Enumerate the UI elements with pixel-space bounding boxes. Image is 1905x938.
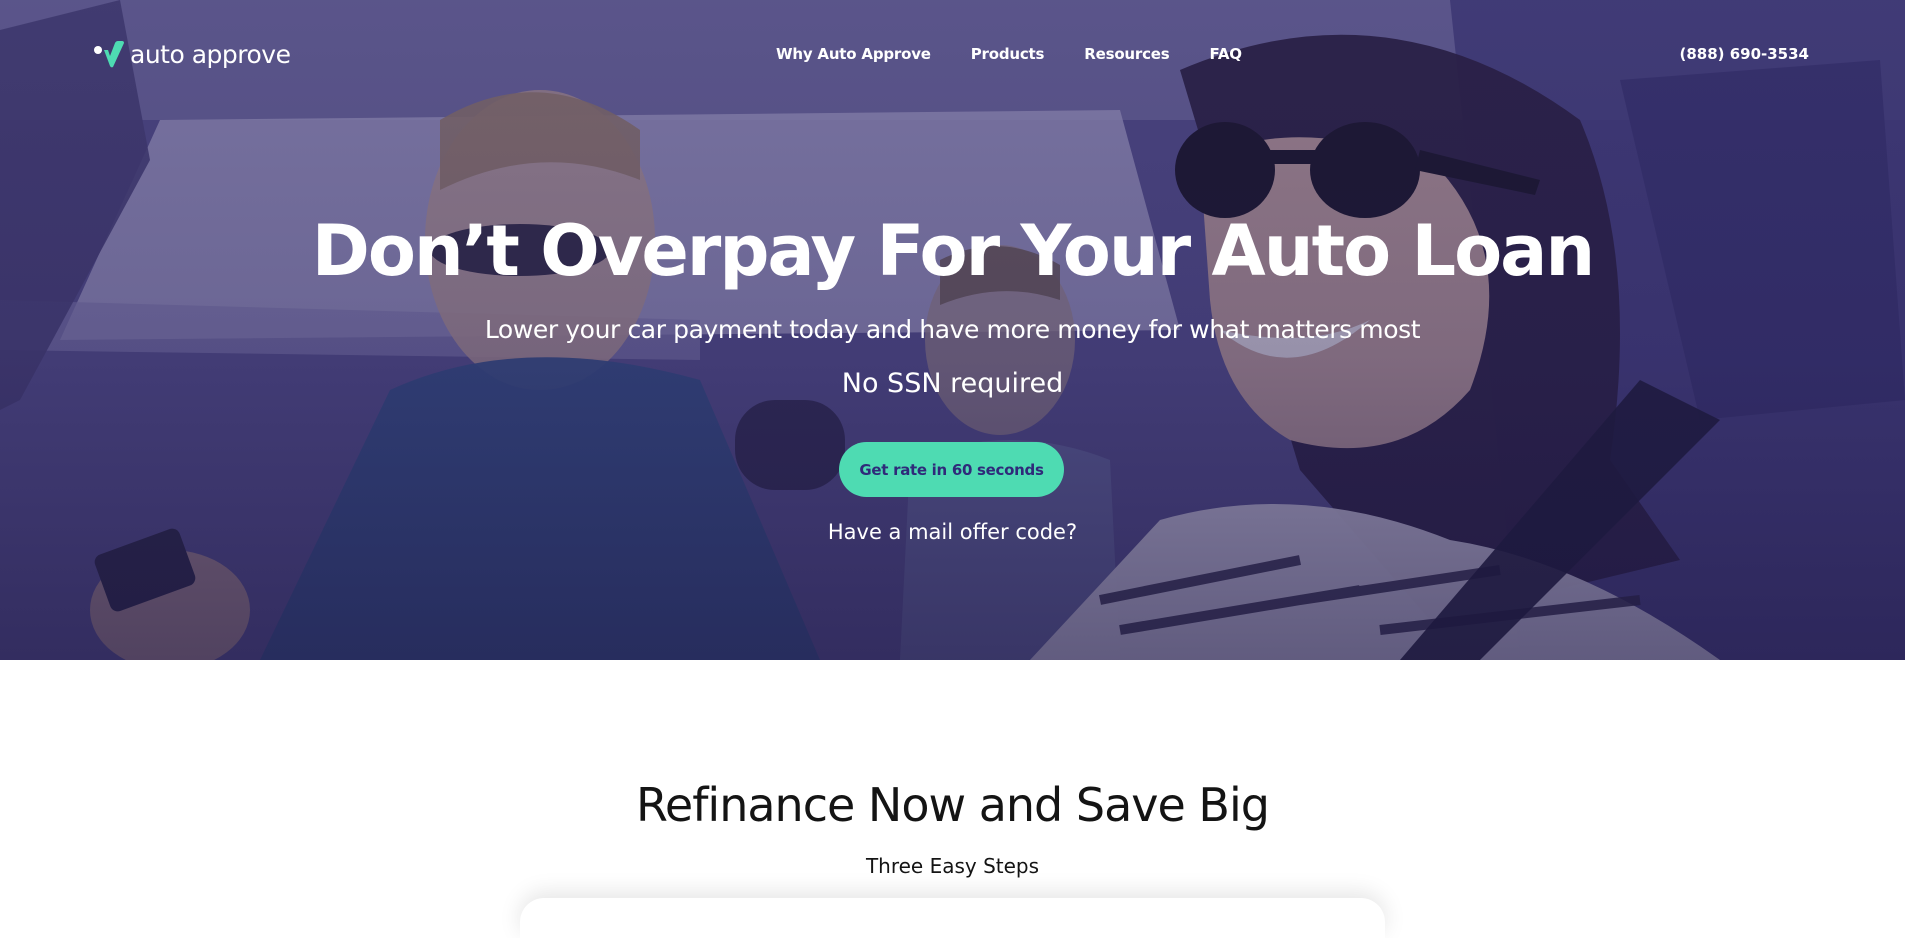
mail-offer-code-link[interactable]: Have a mail offer code?	[823, 517, 1083, 547]
hero-section: auto approve Why Auto Approve Products R…	[0, 0, 1905, 660]
hero-title: Don’t Overpay For Your Auto Loan	[311, 210, 1596, 292]
get-rate-button[interactable]: Get rate in 60 seconds	[839, 442, 1064, 497]
hero-content: Don’t Overpay For Your Auto Loan Lower y…	[0, 0, 1905, 660]
hero-subtitle: Lower your car payment today and have mo…	[484, 315, 1421, 344]
section-subtitle: Three Easy Steps	[865, 854, 1040, 878]
steps-card	[520, 898, 1385, 938]
no-ssn-note: No SSN required	[841, 368, 1064, 399]
refinance-steps-section: Refinance Now and Save Big Three Easy St…	[0, 660, 1905, 938]
section-title: Refinance Now and Save Big	[636, 778, 1270, 832]
